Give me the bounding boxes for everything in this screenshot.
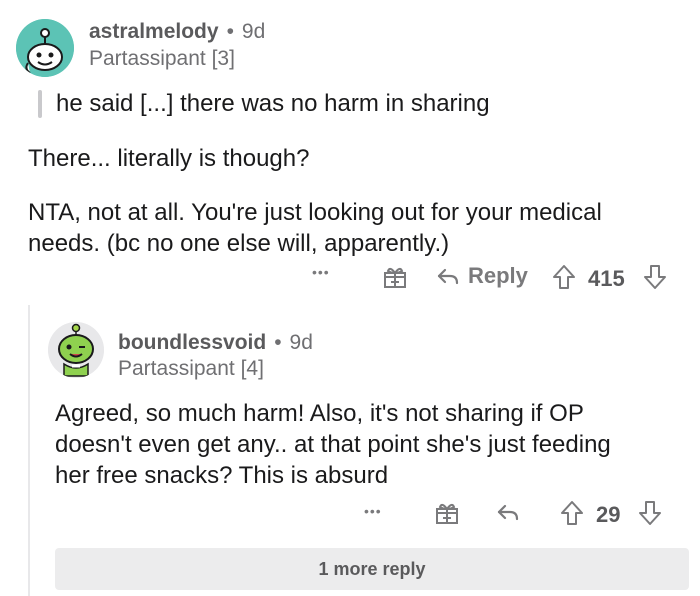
comment-timestamp: 9d	[241, 20, 266, 43]
quote-bar	[38, 90, 42, 118]
reply-line-3: her free snacks? This is absurd	[55, 462, 389, 489]
gift-icon	[384, 267, 406, 288]
reply-button[interactable]: Reply	[436, 263, 528, 289]
separator-dot: •	[274, 331, 282, 354]
reply-button[interactable]	[496, 500, 520, 524]
more-replies-label: 1 more reply	[318, 558, 426, 579]
thread-line[interactable]	[28, 305, 30, 596]
snoo-avatar-icon	[48, 322, 104, 378]
quote-text: he said [...] there was no harm in shari…	[56, 90, 490, 117]
downvote-arrow-icon	[639, 501, 661, 525]
more-options-button[interactable]: •••	[312, 264, 330, 280]
snoo-avatar-icon	[16, 19, 74, 77]
award-button[interactable]	[382, 264, 408, 290]
reply-arrow-icon	[497, 504, 519, 521]
upvote-button[interactable]	[552, 264, 576, 290]
upvote-arrow-icon	[553, 265, 575, 289]
more-options-button[interactable]: •••	[364, 503, 382, 519]
comment-flair: Partassipant [3]	[89, 47, 235, 70]
vote-count: 415	[588, 266, 625, 291]
reply-flair: Partassipant [4]	[118, 357, 264, 380]
downvote-arrow-icon	[644, 265, 666, 289]
comment-username[interactable]: astralmelody	[89, 20, 219, 44]
reply-username[interactable]: boundlessvoid	[118, 331, 266, 355]
reply-line-1: Agreed, so much harm! Also, it's not sha…	[55, 400, 584, 427]
more-options-icon: •••	[364, 503, 382, 519]
downvote-button[interactable]	[643, 264, 667, 290]
comment-paragraph-2-line-1: NTA, not at all. You're just looking out…	[28, 199, 602, 226]
downvote-button[interactable]	[638, 500, 662, 526]
reply-timestamp: 9d	[289, 331, 313, 354]
more-options-icon: •••	[312, 264, 330, 280]
more-replies-button[interactable]: 1 more reply	[55, 548, 689, 590]
comment-paragraph-2-line-2: needs. (bc no one else will, apparently.…	[28, 230, 450, 257]
reply-arrow-icon	[437, 268, 459, 285]
separator-dot: •	[226, 20, 234, 43]
upvote-arrow-icon	[561, 501, 583, 525]
avatar[interactable]	[16, 19, 74, 77]
comment-paragraph-1: There... literally is though?	[28, 145, 310, 172]
vote-count: 29	[596, 502, 621, 527]
reply-avatar[interactable]	[48, 322, 104, 378]
reply-line-2: doesn't even get any.. at that point she…	[55, 431, 611, 458]
upvote-button[interactable]	[560, 500, 584, 526]
reply-label: Reply	[468, 263, 528, 288]
award-button[interactable]	[434, 500, 460, 526]
gift-icon	[436, 503, 458, 524]
